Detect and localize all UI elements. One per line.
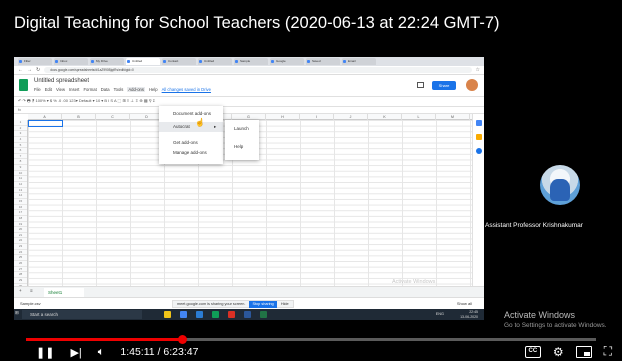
row-headers: 1 2 3 4 5 6 7 8 9 10 11 12 13 14 15 16 17 18 19 20 21 22 23 24 2… [14,120,28,286]
player-right-controls: CC ⚙ ⛶ [524,344,612,359]
keep-icon[interactable] [476,134,482,140]
windows-watermark: Activate Windows [392,279,436,285]
clock-date: 13-06-2020 [460,314,478,319]
participant-name: Assistant Professor Krishnakumar [485,222,583,229]
browser-tab[interactable]: Email [342,58,376,65]
url-field[interactable]: docs.google.com/spreadsheets/d/1aZ990Bjq… [44,67,472,73]
windows-taskbar: ⊞ Start a search ENG 22:45 13-06-2020 [14,309,484,320]
app-icon[interactable] [212,311,219,318]
calendar-icon[interactable] [476,120,482,126]
hand-cursor-icon: ☝ [195,118,205,127]
hide-button[interactable]: Hide [281,302,289,306]
add-sheet-icon[interactable]: + [19,288,22,293]
video-progress-bar[interactable] [26,335,596,344]
browser-tab-active[interactable]: Untitled [126,58,160,65]
current-time: 1:45:11 [120,346,155,358]
sheet-tab[interactable]: Sheet1 [44,288,84,297]
progress-fill [26,338,183,341]
activate-windows-title: Activate Windows [504,310,576,320]
settings-gear-icon[interactable]: ⚙ [553,345,564,359]
sheets-logo-icon[interactable] [19,79,28,91]
reload-icon[interactable]: ↻ [36,67,40,73]
tasks-icon[interactable] [476,148,482,154]
taskbar-clock[interactable]: 22:45 13-06-2020 [460,310,478,319]
selected-cell[interactable] [28,120,63,127]
share-button[interactable]: Share [432,81,456,90]
addons-menu: Document add-ons Autocrat ▸ Get add-ons … [159,106,223,164]
forward-icon[interactable]: → [27,67,32,73]
browser-tab-strip: Filter Inbox My Drive Untitled Contact U… [14,57,484,66]
menu-tools[interactable]: Tools [114,87,124,92]
all-sheets-icon[interactable]: ≡ [30,288,33,293]
menu-bar: File Edit View Insert Format Data Tools … [34,87,211,92]
sharing-notice: meet.google.com is sharing your screen. … [172,300,294,308]
sheets-toolbar[interactable]: ↶ ↷ 🖶 ⁋ 100% ▾ $ % .0 .00 123▾ Default ▾… [14,97,484,107]
show-all-button[interactable]: Show all [457,301,472,306]
next-icon[interactable]: ▶| [70,346,81,359]
browser-tab[interactable]: Filter [18,58,52,65]
menu-item-autocrat[interactable]: Autocrat [173,124,190,129]
menu-data[interactable]: Data [101,87,110,92]
menu-help[interactable]: Help [149,87,158,92]
tray-language[interactable]: ENG [436,312,444,316]
edge-icon[interactable] [196,311,203,318]
menu-insert[interactable]: Insert [69,87,79,92]
app-icon[interactable] [228,311,235,318]
menu-item-manage-addons[interactable]: Manage add-ons [173,150,207,155]
back-icon[interactable]: ← [18,67,23,73]
browser-tab[interactable]: My Drive [90,58,124,65]
file-explorer-icon[interactable] [164,311,171,318]
submenu-item-launch[interactable]: Launch [234,126,249,131]
volume-icon[interactable]: 🔈︎ [98,346,105,359]
address-bar-row: ← → ↻ docs.google.com/spreadsheets/d/1aZ… [14,66,484,75]
submenu-arrow-icon: ▸ [214,124,217,129]
download-item[interactable]: Sample.csv [20,301,41,306]
stop-sharing-button[interactable]: Stop sharing [249,301,277,308]
menu-addons[interactable]: Add-ons [127,87,145,92]
sharing-text: meet.google.com is sharing your screen. [177,302,246,306]
comment-icon[interactable] [417,82,424,88]
download-bar: Sample.csv meet.google.com is sharing yo… [14,297,484,309]
time-display: 1:45:11 / 6:23:47 [120,346,199,358]
shared-screen: Filter Inbox My Drive Untitled Contact U… [14,57,484,320]
activate-windows-subtitle: Go to Settings to activate Windows. [504,322,607,329]
sheet-tab-bar: + ≡ Sheet1 [14,286,484,297]
word-icon[interactable] [244,311,251,318]
scrubber-handle[interactable] [178,335,188,344]
formula-bar[interactable]: fx [14,107,484,114]
browser-tab[interactable]: Inbox [54,58,88,65]
miniplayer-icon[interactable] [575,345,592,358]
browser-tab[interactable]: Google [270,58,304,65]
side-panel-icons [472,114,484,286]
saved-status[interactable]: All changes saved in Drive [162,87,211,92]
windows-start-icon[interactable]: ⊞ [15,310,19,316]
taskbar-search[interactable]: Start a search [22,310,142,319]
pause-icon[interactable]: ❚❚ [36,346,54,359]
browser-tab[interactable]: Contact [162,58,196,65]
taskbar-apps [164,311,267,318]
browser-tab[interactable]: Untitled [198,58,232,65]
participant-video-thumbnail [540,165,580,205]
browser-tab[interactable]: Saved [306,58,340,65]
autocrat-submenu: Launch Help [225,120,259,160]
fullscreen-icon[interactable]: ⛶ [604,344,612,359]
menu-item-document-addons[interactable]: Document add-ons [173,111,211,116]
doc-title[interactable]: Untitled spreadsheet [34,78,89,84]
menu-edit[interactable]: Edit [45,87,52,92]
menu-item-get-addons[interactable]: Get add-ons [173,140,198,145]
menu-file[interactable]: File [34,87,41,92]
video-title: Digital Teaching for School Teachers (20… [14,14,500,32]
menu-view[interactable]: View [56,87,65,92]
player-controls: ❚❚ ▶| 🔈︎ 1:45:11 / 6:23:47 [36,344,198,360]
duration: 6:23:47 [163,346,199,358]
captions-icon[interactable]: CC [524,345,541,358]
submenu-item-help[interactable]: Help [234,144,243,149]
chrome-icon[interactable] [180,311,187,318]
avatar[interactable] [466,79,478,91]
menu-format[interactable]: Format [83,87,96,92]
browser-tab[interactable]: Sample [234,58,268,65]
star-icon[interactable]: ☆ [476,67,480,73]
sheets-header: Untitled spreadsheet File Edit View Inse… [14,75,484,97]
excel-icon[interactable] [260,311,267,318]
